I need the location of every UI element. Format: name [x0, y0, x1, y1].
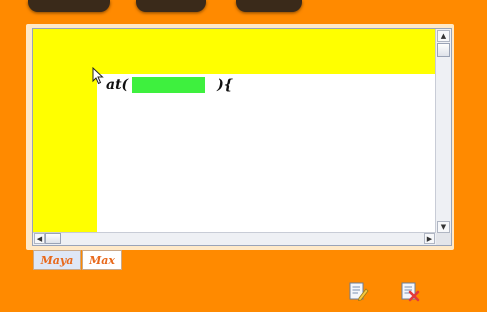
tab-maya-label: Maya [40, 253, 74, 267]
scroll-right-button[interactable]: ▶ [424, 233, 435, 244]
top-tab-2[interactable] [136, 0, 206, 12]
edit-document-icon[interactable] [347, 280, 369, 302]
code-suffix: ){ [217, 77, 233, 93]
highlight-band-left [33, 74, 97, 235]
code-editor[interactable]: at( ){ ▲ ▼ ◀ ▶ [32, 28, 452, 246]
scrollbar-corner [436, 233, 451, 245]
top-tab-3[interactable] [236, 0, 302, 12]
vertical-scroll-thumb[interactable] [437, 43, 450, 57]
tab-max[interactable]: Max [82, 250, 122, 270]
tab-max-label: Max [89, 253, 115, 267]
horizontal-scrollbar[interactable]: ◀ ▶ [33, 232, 436, 245]
tab-maya[interactable]: Maya [33, 250, 81, 270]
vertical-scrollbar[interactable]: ▲ ▼ [435, 29, 451, 234]
mouse-cursor-icon [92, 67, 104, 85]
scroll-down-button[interactable]: ▼ [437, 221, 450, 233]
horizontal-scroll-thumb[interactable] [45, 233, 61, 244]
scroll-up-button[interactable]: ▲ [437, 30, 450, 42]
code-blank-input[interactable] [132, 77, 206, 93]
code-prefix: at( [106, 77, 129, 93]
code-line: at( ){ [106, 75, 233, 95]
scroll-left-button[interactable]: ◀ [34, 233, 45, 244]
delete-document-icon[interactable] [399, 280, 421, 302]
top-tab-1[interactable] [28, 0, 110, 12]
